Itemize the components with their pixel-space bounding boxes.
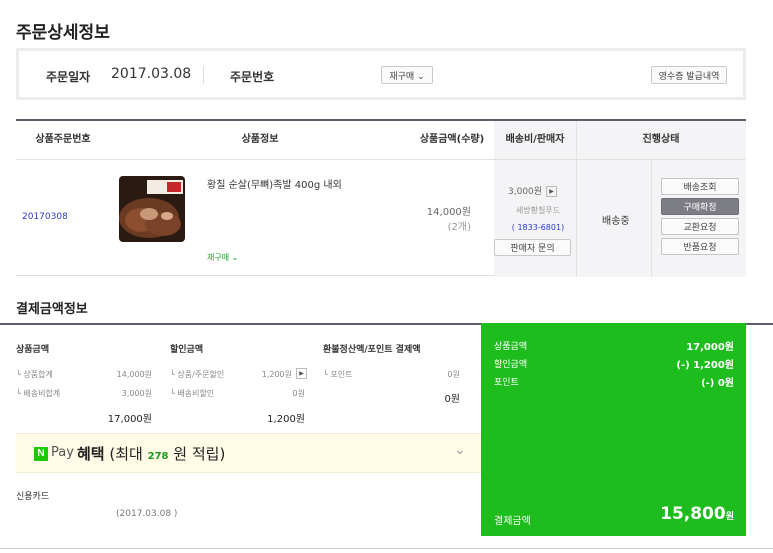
order-discount-label: └ 상품/주문할인 bbox=[170, 370, 225, 379]
product-price: 14,000원 (2개) bbox=[411, 205, 471, 235]
divider bbox=[0, 548, 773, 549]
header-price: 상품금액(수량) bbox=[419, 134, 485, 145]
discount-title: 할인금액 bbox=[170, 345, 204, 355]
point-label: └ 포인트 bbox=[323, 370, 353, 379]
seller-name: 세방황칠푸드 bbox=[515, 206, 561, 215]
payment-method-label: 신용카드 bbox=[16, 492, 50, 502]
summary-product-label: 상품금액 bbox=[494, 342, 528, 352]
shipping-detail-icon[interactable]: ▶ bbox=[546, 186, 558, 197]
payment-section-title: 결제금액정보 bbox=[16, 302, 88, 317]
status-text: 배송중 bbox=[602, 216, 630, 227]
npay-benefit-word: 혜택 bbox=[77, 445, 105, 463]
exchange-request-button[interactable]: 교환요청 bbox=[661, 218, 739, 235]
order-number-label: 주문번호 bbox=[230, 70, 275, 84]
refund-total: 0원 bbox=[444, 394, 460, 405]
price-value: 14,000원 bbox=[426, 207, 471, 218]
total-amount: 15,800원 bbox=[660, 504, 734, 524]
npay-benefit-bar[interactable]: N Pay 혜택 (최대 278 원 적립) ⌄ bbox=[16, 433, 481, 473]
track-delivery-button[interactable]: 배송조회 bbox=[661, 178, 739, 195]
product-sum-label: └ 상품합계 bbox=[16, 370, 53, 379]
total-amount-unit: 원 bbox=[725, 512, 734, 522]
confirm-purchase-button[interactable]: 구매확정 bbox=[661, 198, 739, 215]
rebuy-link[interactable]: 재구매 ⌄ bbox=[207, 252, 238, 263]
payment-method-date: (2017.03.08 ) bbox=[116, 509, 178, 519]
npay-prefix: (최대 bbox=[109, 445, 143, 463]
header-product-info: 상품정보 bbox=[241, 134, 279, 145]
summary-product-value: 17,000원 bbox=[686, 342, 734, 353]
discount-total: 1,200원 bbox=[267, 414, 305, 425]
order-number-link[interactable]: 20170308 bbox=[22, 212, 68, 222]
page-title: 주문상세정보 bbox=[16, 23, 110, 43]
summary-discount-label: 할인금액 bbox=[494, 360, 528, 370]
npay-amount: 278 bbox=[147, 451, 169, 462]
shipping-discount-label: └ 배송비할인 bbox=[170, 389, 215, 398]
summary-point-value: (-) 0원 bbox=[701, 378, 734, 389]
npay-benefit-text: 혜택 (최대 278 원 적립) bbox=[77, 443, 225, 464]
product-name[interactable]: 황칠 순살(무뼈)족발 400g 내외 bbox=[207, 176, 342, 191]
product-thumbnail[interactable] bbox=[119, 176, 185, 242]
shipping-sum-label: └ 배송비합계 bbox=[16, 389, 61, 398]
point-value: 0원 bbox=[447, 370, 460, 379]
seller-inquiry-button[interactable]: 판매자 문의 bbox=[494, 239, 571, 256]
divider bbox=[651, 160, 652, 277]
npay-pay-word: Pay bbox=[51, 445, 74, 460]
rebuy-dropdown-button[interactable]: 재구매 ⌄ bbox=[381, 66, 433, 84]
shipping-fee: 3,000원 ▶ bbox=[508, 184, 558, 197]
order-date-value: 2017.03.08 bbox=[111, 66, 192, 82]
chevron-down-icon[interactable]: ⌄ bbox=[454, 442, 466, 458]
header-shipping: 배송비/판매자 bbox=[494, 121, 576, 159]
order-info-box: 주문일자 2017.03.08 주문번호 재구매 ⌄ 영수증 발급내역 bbox=[16, 48, 746, 100]
order-date-label: 주문일자 bbox=[46, 70, 91, 84]
divider bbox=[576, 121, 577, 277]
npay-logo: N bbox=[34, 447, 48, 461]
shipping-discount-value: 0원 bbox=[292, 389, 305, 398]
quantity-value: (2개) bbox=[447, 222, 471, 233]
summary-discount-value: (-) 1,200원 bbox=[676, 360, 734, 371]
order-discount-value: 1,200원 bbox=[261, 370, 292, 379]
header-order-no: 상품주문번호 bbox=[35, 134, 91, 145]
product-amount-title: 상품금액 bbox=[16, 345, 50, 355]
shipping-fee-value: 3,000원 bbox=[508, 187, 543, 197]
product-sum-value: 14,000원 bbox=[116, 370, 152, 379]
npay-suffix: 원 적립) bbox=[173, 445, 226, 463]
total-amount-label: 결제금액 bbox=[494, 516, 531, 527]
refund-title: 환불정산액/포인트 결제액 bbox=[323, 345, 421, 355]
return-request-button[interactable]: 반품요청 bbox=[661, 238, 739, 255]
receipt-history-button[interactable]: 영수증 발급내역 bbox=[651, 66, 727, 84]
summary-point-label: 포인트 bbox=[494, 378, 519, 388]
seller-phone: ( 1833-6801) bbox=[511, 223, 565, 232]
shipping-sum-value: 3,000원 bbox=[121, 389, 152, 398]
product-amount-total: 17,000원 bbox=[107, 414, 152, 425]
header-status: 진행상태 bbox=[576, 121, 746, 159]
total-amount-value: 15,800 bbox=[660, 504, 726, 524]
payment-summary: 상품금액 17,000원 할인금액 (-) 1,200원 포인트 (-) 0원 … bbox=[481, 323, 746, 536]
divider bbox=[203, 66, 204, 84]
discount-detail-icon[interactable]: ▶ bbox=[296, 368, 307, 379]
product-table: 상품주문번호 상품정보 상품금액(수량) 배송비/판매자 진행상태 201703… bbox=[16, 119, 746, 277]
